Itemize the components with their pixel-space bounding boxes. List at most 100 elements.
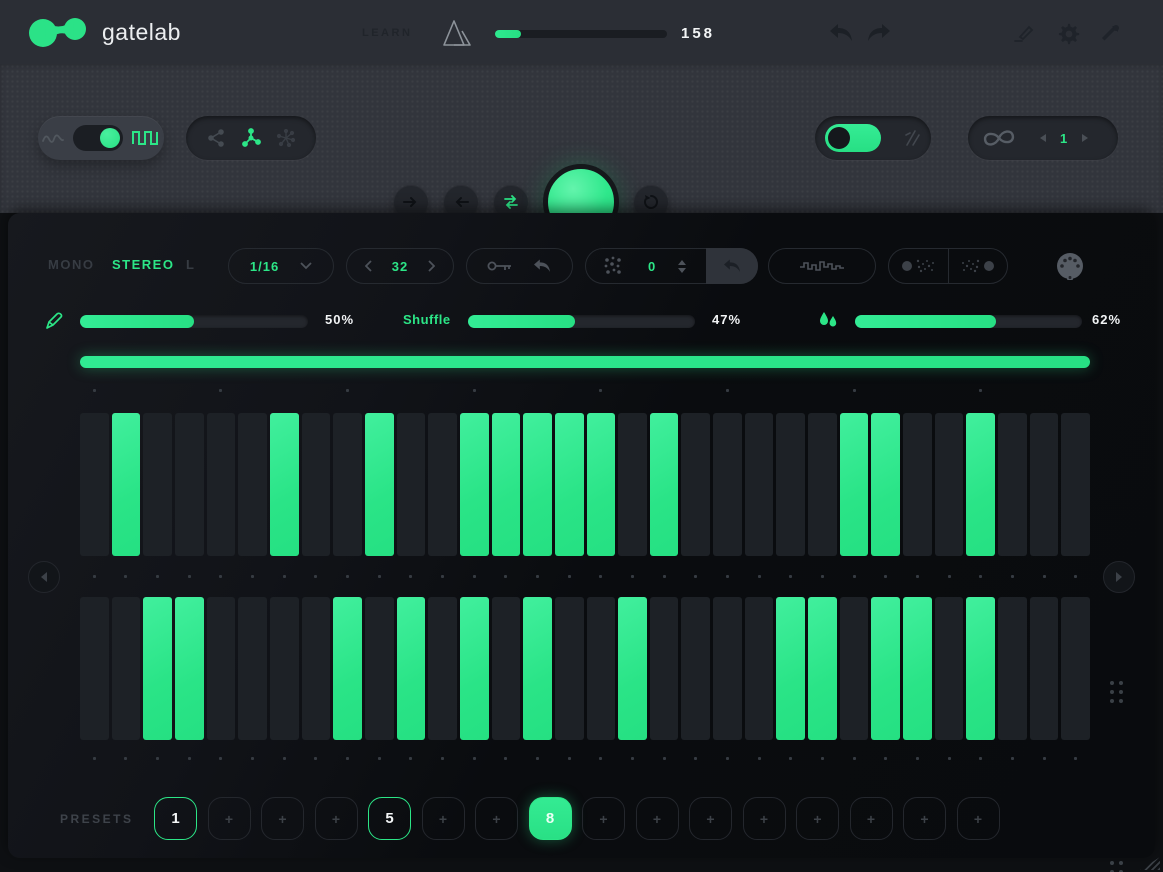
step-cell-top-14[interactable] xyxy=(492,413,521,556)
step-cell-top-29[interactable] xyxy=(966,413,995,556)
next-icon[interactable] xyxy=(1080,133,1090,143)
preset-slot-16[interactable]: + xyxy=(957,797,1000,840)
step-cell-bottom-26[interactable] xyxy=(871,597,900,740)
window-resize-grip[interactable] xyxy=(1140,857,1160,870)
step-cell-top-1[interactable] xyxy=(80,413,109,556)
undo-icon[interactable] xyxy=(828,22,854,44)
random-undo-button[interactable] xyxy=(706,248,758,284)
step-cell-top-5[interactable] xyxy=(207,413,236,556)
edit-icon[interactable] xyxy=(1012,24,1034,44)
chevron-left-icon[interactable] xyxy=(365,260,373,272)
shuffle-slider[interactable] xyxy=(468,315,695,328)
drops-icon[interactable] xyxy=(816,310,840,332)
step-cell-bottom-22[interactable] xyxy=(745,597,774,740)
step-cell-top-22[interactable] xyxy=(745,413,774,556)
random-amount-stepper[interactable] xyxy=(678,260,686,273)
preset-slot-10[interactable]: + xyxy=(636,797,679,840)
step-cell-bottom-15[interactable] xyxy=(523,597,552,740)
key-icon[interactable] xyxy=(487,259,513,273)
step-cell-bottom-31[interactable] xyxy=(1030,597,1059,740)
step-cell-top-31[interactable] xyxy=(1030,413,1059,556)
preset-slot-11[interactable]: + xyxy=(689,797,732,840)
step-cell-bottom-25[interactable] xyxy=(840,597,869,740)
step-cell-bottom-14[interactable] xyxy=(492,597,521,740)
step-cell-top-12[interactable] xyxy=(428,413,457,556)
step-cell-bottom-23[interactable] xyxy=(776,597,805,740)
preset-slot-9[interactable]: + xyxy=(582,797,625,840)
mode-left-channel[interactable]: L xyxy=(186,257,195,272)
step-cell-bottom-3[interactable] xyxy=(143,597,172,740)
resize-icon[interactable] xyxy=(1100,24,1120,44)
step-cell-bottom-16[interactable] xyxy=(555,597,584,740)
step-cell-top-27[interactable] xyxy=(903,413,932,556)
spread-icon[interactable] xyxy=(241,128,261,148)
step-cell-top-13[interactable] xyxy=(460,413,489,556)
wave-shape-toggle[interactable] xyxy=(73,125,123,151)
step-cell-bottom-4[interactable] xyxy=(175,597,204,740)
step-cell-bottom-10[interactable] xyxy=(365,597,394,740)
pencil-icon[interactable] xyxy=(44,311,64,331)
row-bottom-grip-icon[interactable] xyxy=(1110,861,1124,872)
step-cell-bottom-29[interactable] xyxy=(966,597,995,740)
step-cell-top-17[interactable] xyxy=(587,413,616,556)
step-cell-top-7[interactable] xyxy=(270,413,299,556)
step-cell-top-16[interactable] xyxy=(555,413,584,556)
step-cell-bottom-12[interactable] xyxy=(428,597,457,740)
step-cell-bottom-21[interactable] xyxy=(713,597,742,740)
redo-icon[interactable] xyxy=(866,22,892,44)
step-cell-top-20[interactable] xyxy=(681,413,710,556)
step-cell-top-6[interactable] xyxy=(238,413,267,556)
step-cell-bottom-11[interactable] xyxy=(397,597,426,740)
step-cell-bottom-20[interactable] xyxy=(681,597,710,740)
infinity-icon[interactable] xyxy=(982,127,1020,149)
step-cell-top-10[interactable] xyxy=(365,413,394,556)
sine-icon[interactable] xyxy=(42,131,64,145)
step-cell-bottom-8[interactable] xyxy=(302,597,331,740)
step-cell-top-28[interactable] xyxy=(935,413,964,556)
step-cell-bottom-30[interactable] xyxy=(998,597,1027,740)
step-cell-top-19[interactable] xyxy=(650,413,679,556)
step-cell-bottom-27[interactable] xyxy=(903,597,932,740)
step-cell-bottom-32[interactable] xyxy=(1061,597,1090,740)
shift-left-button[interactable] xyxy=(28,561,60,593)
preset-slot-8[interactable]: 8 xyxy=(529,797,572,840)
step-cell-top-25[interactable] xyxy=(840,413,869,556)
step-cell-bottom-24[interactable] xyxy=(808,597,837,740)
rate-select[interactable]: 1/16 xyxy=(228,248,334,284)
step-cell-top-3[interactable] xyxy=(143,413,172,556)
metronome-icon[interactable] xyxy=(441,17,473,49)
square-wave-icon[interactable] xyxy=(132,129,160,147)
step-cell-top-18[interactable] xyxy=(618,413,647,556)
preset-slot-7[interactable]: + xyxy=(475,797,518,840)
step-cell-top-30[interactable] xyxy=(998,413,1027,556)
chevron-right-icon[interactable] xyxy=(427,260,435,272)
step-cell-bottom-6[interactable] xyxy=(238,597,267,740)
settings-icon[interactable] xyxy=(1058,23,1080,45)
step-cell-bottom-17[interactable] xyxy=(587,597,616,740)
row-top-grip-icon[interactable] xyxy=(1110,681,1124,705)
strike-icon[interactable] xyxy=(903,129,921,147)
learn-label[interactable]: LEARN xyxy=(362,27,412,39)
preset-slot-2[interactable]: + xyxy=(208,797,251,840)
step-cell-top-23[interactable] xyxy=(776,413,805,556)
gate-length-slider[interactable] xyxy=(80,315,308,328)
step-cell-top-8[interactable] xyxy=(302,413,331,556)
preset-slot-4[interactable]: + xyxy=(315,797,358,840)
undo-icon[interactable] xyxy=(532,258,552,274)
step-cell-bottom-19[interactable] xyxy=(650,597,679,740)
shift-right-button[interactable] xyxy=(1103,561,1135,593)
step-cell-bottom-18[interactable] xyxy=(618,597,647,740)
step-cell-top-15[interactable] xyxy=(523,413,552,556)
mix-toggle[interactable] xyxy=(825,124,881,152)
step-cell-top-11[interactable] xyxy=(397,413,426,556)
preset-slot-14[interactable]: + xyxy=(850,797,893,840)
step-cell-bottom-7[interactable] xyxy=(270,597,299,740)
step-cell-bottom-5[interactable] xyxy=(207,597,236,740)
preset-slot-6[interactable]: + xyxy=(422,797,465,840)
midi-icon[interactable] xyxy=(1054,251,1086,283)
step-cell-top-9[interactable] xyxy=(333,413,362,556)
pattern-b-icon[interactable] xyxy=(953,256,997,276)
preset-slot-12[interactable]: + xyxy=(743,797,786,840)
preset-slot-1[interactable]: 1 xyxy=(154,797,197,840)
smooth-slider[interactable] xyxy=(855,315,1082,328)
